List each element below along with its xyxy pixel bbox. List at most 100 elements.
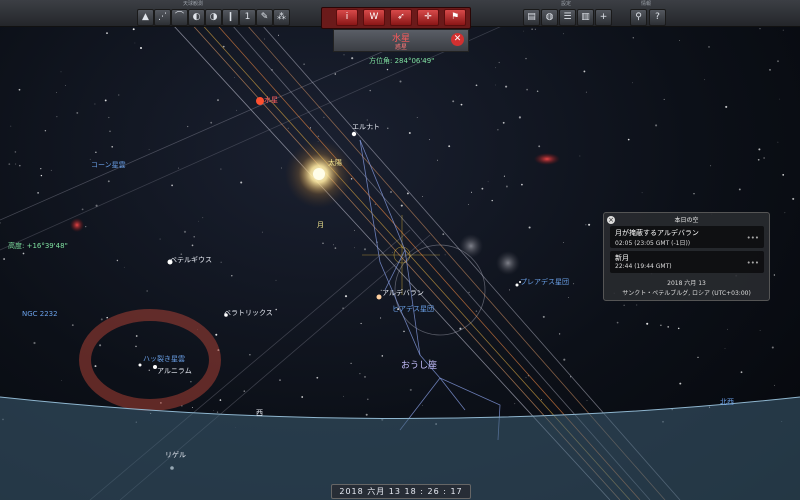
time-display[interactable]: 2018 六月 13 18 : 26 : 17 bbox=[331, 484, 471, 499]
background-star bbox=[523, 30, 524, 32]
background-star bbox=[187, 125, 189, 128]
background-star bbox=[558, 333, 561, 335]
background-star bbox=[660, 324, 662, 327]
add-panel-button[interactable]: + bbox=[595, 9, 612, 26]
background-star bbox=[526, 88, 528, 91]
planet-button[interactable]: ◑ bbox=[205, 9, 222, 26]
satellite-button[interactable]: ◐ bbox=[188, 9, 205, 26]
background-star bbox=[655, 124, 658, 127]
label-mercury: 水星 bbox=[264, 96, 278, 104]
more-icon[interactable]: ••• bbox=[747, 234, 759, 242]
search-button[interactable]: ⚲ bbox=[630, 9, 647, 26]
background-star bbox=[521, 183, 523, 186]
deep-sky-button[interactable]: ⁂ bbox=[273, 9, 290, 26]
landscape-icon: ▲ bbox=[142, 12, 149, 22]
background-star bbox=[236, 109, 237, 111]
background-star bbox=[107, 180, 110, 183]
background-star bbox=[380, 317, 382, 319]
pencil-button[interactable]: ✎ bbox=[256, 9, 273, 26]
sliders-button[interactable]: ☰ bbox=[559, 9, 576, 26]
background-star bbox=[503, 175, 505, 177]
selected-object-type: 惑星 bbox=[394, 44, 407, 51]
satellite-icon: ◐ bbox=[192, 12, 201, 22]
background-star bbox=[387, 127, 389, 129]
selected-object-label[interactable]: 水星 惑星 ✕ bbox=[333, 29, 469, 52]
landscape-button[interactable]: ▲ bbox=[137, 9, 154, 26]
background-star bbox=[579, 155, 581, 157]
event-title: 月が掩蔽するアルデバラン bbox=[615, 229, 699, 237]
background-star bbox=[111, 145, 114, 148]
event-item[interactable]: 月が掩蔽するアルデバラン 02:05 (23:05 GMT (-1日)) ••• bbox=[610, 226, 764, 248]
background-star bbox=[354, 230, 355, 231]
background-star bbox=[777, 60, 779, 63]
background-star bbox=[679, 382, 682, 385]
background-star bbox=[148, 149, 150, 150]
background-star bbox=[568, 297, 569, 298]
background-star bbox=[56, 116, 58, 118]
background-star bbox=[374, 203, 376, 205]
launch-button[interactable]: ➶ bbox=[390, 9, 412, 26]
globe-button[interactable]: ◍ bbox=[541, 9, 558, 26]
background-star bbox=[495, 84, 496, 86]
background-star bbox=[64, 85, 66, 86]
bottle-button[interactable]: ❙ bbox=[222, 9, 239, 26]
list-icon: ▥ bbox=[581, 12, 590, 22]
background-star bbox=[792, 197, 795, 200]
background-star bbox=[76, 111, 79, 114]
telescope-icon: ⌒ bbox=[174, 12, 184, 22]
more-icon[interactable]: ••• bbox=[747, 259, 759, 267]
background-star bbox=[108, 116, 110, 119]
layers-icon: ▤ bbox=[527, 12, 536, 22]
background-star bbox=[317, 135, 320, 138]
background-star bbox=[390, 191, 392, 193]
label-moon: 月 bbox=[317, 221, 324, 229]
background-star bbox=[422, 404, 423, 406]
background-star bbox=[116, 259, 119, 262]
panel-location: サンクト・ペテルブルグ, ロシア (UTC+03:00) bbox=[622, 290, 751, 297]
info-button[interactable]: i bbox=[336, 9, 358, 26]
list-button[interactable]: ▥ bbox=[577, 9, 594, 26]
constellation-lines-button[interactable]: ⋰ bbox=[154, 9, 171, 26]
background-star bbox=[531, 28, 533, 30]
background-star bbox=[616, 321, 619, 324]
background-star bbox=[190, 381, 192, 383]
help-button[interactable]: ? bbox=[649, 9, 666, 26]
deselect-close-button[interactable]: ✕ bbox=[451, 33, 464, 46]
background-star bbox=[726, 328, 728, 330]
background-star bbox=[422, 196, 423, 198]
altitude-readout: 高度: +16°39'48" bbox=[8, 242, 68, 250]
background-star bbox=[663, 98, 665, 100]
wikipedia-button[interactable]: W bbox=[363, 9, 385, 26]
section-sky-view: 天球観測 bbox=[183, 1, 204, 7]
background-star bbox=[333, 244, 334, 246]
background-star bbox=[134, 42, 136, 44]
background-star bbox=[210, 121, 213, 124]
background-star bbox=[487, 181, 489, 183]
background-star bbox=[222, 45, 225, 48]
background-star bbox=[491, 199, 493, 202]
label-cone-nebula: コーン星雲 bbox=[91, 161, 126, 169]
calendar-button[interactable]: 1 bbox=[239, 9, 256, 26]
background-star bbox=[44, 130, 47, 132]
background-star bbox=[704, 79, 706, 81]
layers-button[interactable]: ▤ bbox=[523, 9, 540, 26]
background-star bbox=[275, 308, 277, 311]
background-star bbox=[213, 410, 214, 411]
sky-chart-app[interactable]: 水星 太陽 月 エルナト ベテルギウス ベラトリックス アルデバラン ヒアデス星… bbox=[0, 0, 800, 500]
background-star bbox=[514, 403, 516, 405]
sliders-icon: ☰ bbox=[563, 12, 572, 22]
background-star bbox=[40, 168, 42, 170]
help-icon: ? bbox=[655, 12, 660, 22]
center-object-button[interactable]: ✛ bbox=[417, 9, 439, 26]
background-star bbox=[56, 92, 57, 93]
background-star bbox=[502, 121, 505, 124]
background-star bbox=[261, 231, 263, 233]
background-star bbox=[106, 316, 108, 319]
background-star bbox=[784, 212, 786, 214]
telescope-button[interactable]: ⌒ bbox=[171, 9, 188, 26]
background-star bbox=[95, 151, 97, 153]
label-alnilam: アルニラム bbox=[157, 367, 192, 375]
event-item[interactable]: 新月 22:44 (19:44 GMT) ••• bbox=[610, 251, 764, 273]
background-star bbox=[710, 165, 712, 167]
flag-button[interactable]: ⚑ bbox=[444, 9, 466, 26]
